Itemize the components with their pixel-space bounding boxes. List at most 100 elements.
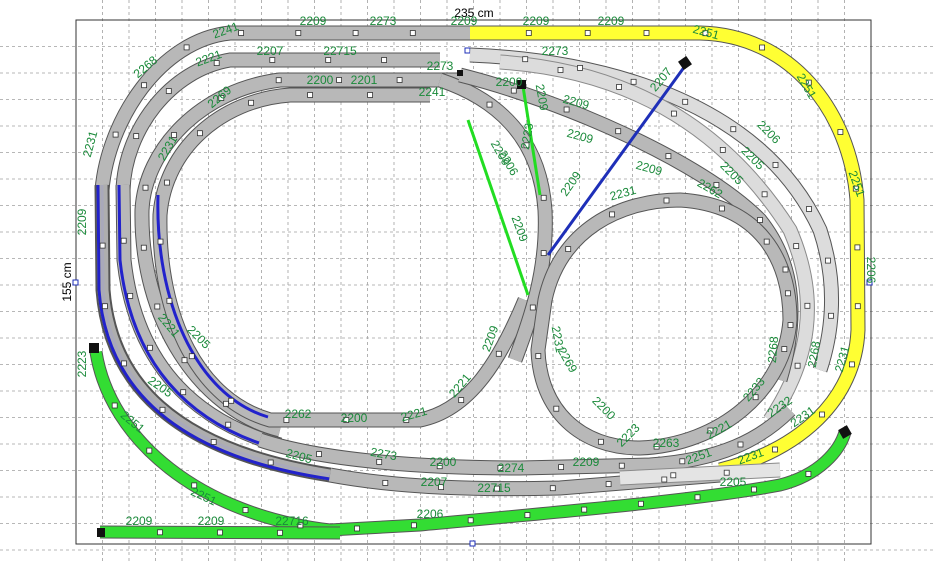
track-joint-marker[interactable] <box>825 257 831 264</box>
track-joint-marker[interactable] <box>180 389 187 396</box>
track-joint-marker[interactable] <box>609 211 615 218</box>
track-joint-marker[interactable] <box>837 129 844 135</box>
track-joint-marker[interactable] <box>111 402 118 409</box>
track-inner-loop[interactable] <box>152 87 532 428</box>
track-joint-marker[interactable] <box>133 133 140 140</box>
track-joint-marker[interactable] <box>181 357 188 364</box>
track-joint-marker[interactable] <box>737 441 744 448</box>
track-joint-marker[interactable] <box>563 106 570 113</box>
track-joint-marker[interactable] <box>196 130 203 137</box>
track-joint-marker[interactable] <box>140 244 147 251</box>
layout-canvas[interactable]: 235 cm 155 cm 2209 2273 2209 2209 2241 2… <box>0 0 936 561</box>
track-joint-marker[interactable] <box>772 446 778 453</box>
track-joint-marker[interactable] <box>99 242 106 249</box>
track-joint-marker[interactable] <box>577 65 583 71</box>
track-joint-marker[interactable] <box>540 194 547 201</box>
track-joint-marker[interactable] <box>352 30 359 36</box>
buffer-stop-upper[interactable] <box>457 70 463 76</box>
track-joint-marker[interactable] <box>112 131 119 138</box>
track-joint-marker[interactable] <box>269 57 276 63</box>
track-joint-marker[interactable] <box>102 303 108 310</box>
track-joint-marker[interactable] <box>540 250 547 257</box>
buffer-stop-bottom-left[interactable] <box>97 528 105 537</box>
dim-handle-top[interactable] <box>464 47 471 54</box>
buffer-stop-left[interactable] <box>89 343 99 353</box>
track-joint-marker[interactable] <box>643 30 650 36</box>
track-joint-marker[interactable] <box>381 57 388 63</box>
track-joint-marker[interactable] <box>761 191 768 198</box>
track-joint-marker[interactable] <box>854 244 861 251</box>
track-joint-marker[interactable] <box>751 486 757 493</box>
track-joint-marker[interactable] <box>267 459 274 466</box>
track-joint-marker[interactable] <box>188 353 195 360</box>
track-joint-marker[interactable] <box>325 57 332 63</box>
track-joint-marker[interactable] <box>295 30 302 36</box>
track-joint-marker[interactable] <box>242 507 249 514</box>
track-joint-marker[interactable] <box>661 476 668 483</box>
track-joint-marker[interactable] <box>529 304 536 311</box>
track-joint-marker[interactable] <box>618 462 625 469</box>
track-joint-marker[interactable] <box>785 290 791 297</box>
track-joint-marker[interactable] <box>166 297 173 304</box>
track-joint-marker[interactable] <box>804 302 811 309</box>
track-joint-marker[interactable] <box>763 238 770 245</box>
track-joint-marker[interactable] <box>549 485 556 492</box>
track-joint-marker[interactable] <box>793 243 800 250</box>
track-joint-marker[interactable] <box>805 470 812 477</box>
track-joint-marker[interactable] <box>157 529 163 536</box>
track-joint-marker[interactable] <box>558 464 564 471</box>
track-joint-marker[interactable] <box>730 126 737 133</box>
dim-handle-left[interactable] <box>72 279 79 286</box>
track-joint-marker[interactable] <box>806 206 812 212</box>
track-joint-marker[interactable] <box>581 506 588 513</box>
track-joint-marker[interactable] <box>146 447 153 454</box>
track-joint-marker[interactable] <box>682 98 689 105</box>
track-joint-marker[interactable] <box>584 30 591 36</box>
track-joint-marker[interactable] <box>316 451 322 458</box>
track-joint-marker[interactable] <box>598 438 604 445</box>
track-joint-marker[interactable] <box>382 479 389 486</box>
track-joint-marker[interactable] <box>120 237 127 244</box>
track-joint-marker[interactable] <box>787 322 794 329</box>
track-joint-marker[interactable] <box>159 406 166 413</box>
track-joint-marker[interactable] <box>525 30 532 36</box>
track-joint-marker[interactable] <box>165 88 172 94</box>
track-joint-marker[interactable] <box>277 529 283 536</box>
track-joint-marker[interactable] <box>605 481 612 488</box>
track-joint-marker[interactable] <box>367 92 374 98</box>
track-joint-marker[interactable] <box>183 44 190 51</box>
track-joint-marker[interactable] <box>524 512 531 518</box>
track-joint-marker[interactable] <box>275 77 282 84</box>
track-joint-marker[interactable] <box>671 110 677 117</box>
buffer-stop-top-right[interactable] <box>678 56 692 70</box>
track-joint-marker[interactable] <box>467 517 474 524</box>
track-joint-marker[interactable] <box>759 44 765 51</box>
track-joint-marker[interactable] <box>719 205 725 212</box>
track-joint-marker[interactable] <box>146 344 153 351</box>
track-joint-marker[interactable] <box>127 292 134 299</box>
track-joint-marker[interactable] <box>217 529 223 536</box>
track-joint-marker[interactable] <box>638 500 644 507</box>
track-joint-marker[interactable] <box>486 101 493 108</box>
track-joint-marker[interactable] <box>772 161 779 168</box>
track-joint-marker[interactable] <box>781 346 788 353</box>
track-joint-marker[interactable] <box>782 266 789 273</box>
track-joint-marker[interactable] <box>663 197 670 204</box>
track-joint-marker[interactable] <box>757 217 763 223</box>
track-joint-marker[interactable] <box>615 128 622 135</box>
track-joint-marker[interactable] <box>157 238 164 245</box>
track-joint-marker[interactable] <box>557 67 564 73</box>
track-joint-marker[interactable] <box>854 303 861 310</box>
track-joint-marker[interactable] <box>819 411 825 418</box>
track-joint-marker[interactable] <box>694 494 701 501</box>
track-joint-marker[interactable] <box>223 400 229 407</box>
track-joint-marker[interactable] <box>154 303 161 310</box>
track-joint-marker[interactable] <box>336 77 343 83</box>
track-joint-marker[interactable] <box>396 77 403 83</box>
track-joint-marker[interactable] <box>849 361 855 368</box>
track-joint-marker[interactable] <box>794 362 801 369</box>
track-joint-marker[interactable] <box>225 421 232 428</box>
track-joint-marker[interactable] <box>228 397 235 404</box>
track-joint-marker[interactable] <box>248 99 255 106</box>
track-joint-marker[interactable] <box>679 458 686 465</box>
